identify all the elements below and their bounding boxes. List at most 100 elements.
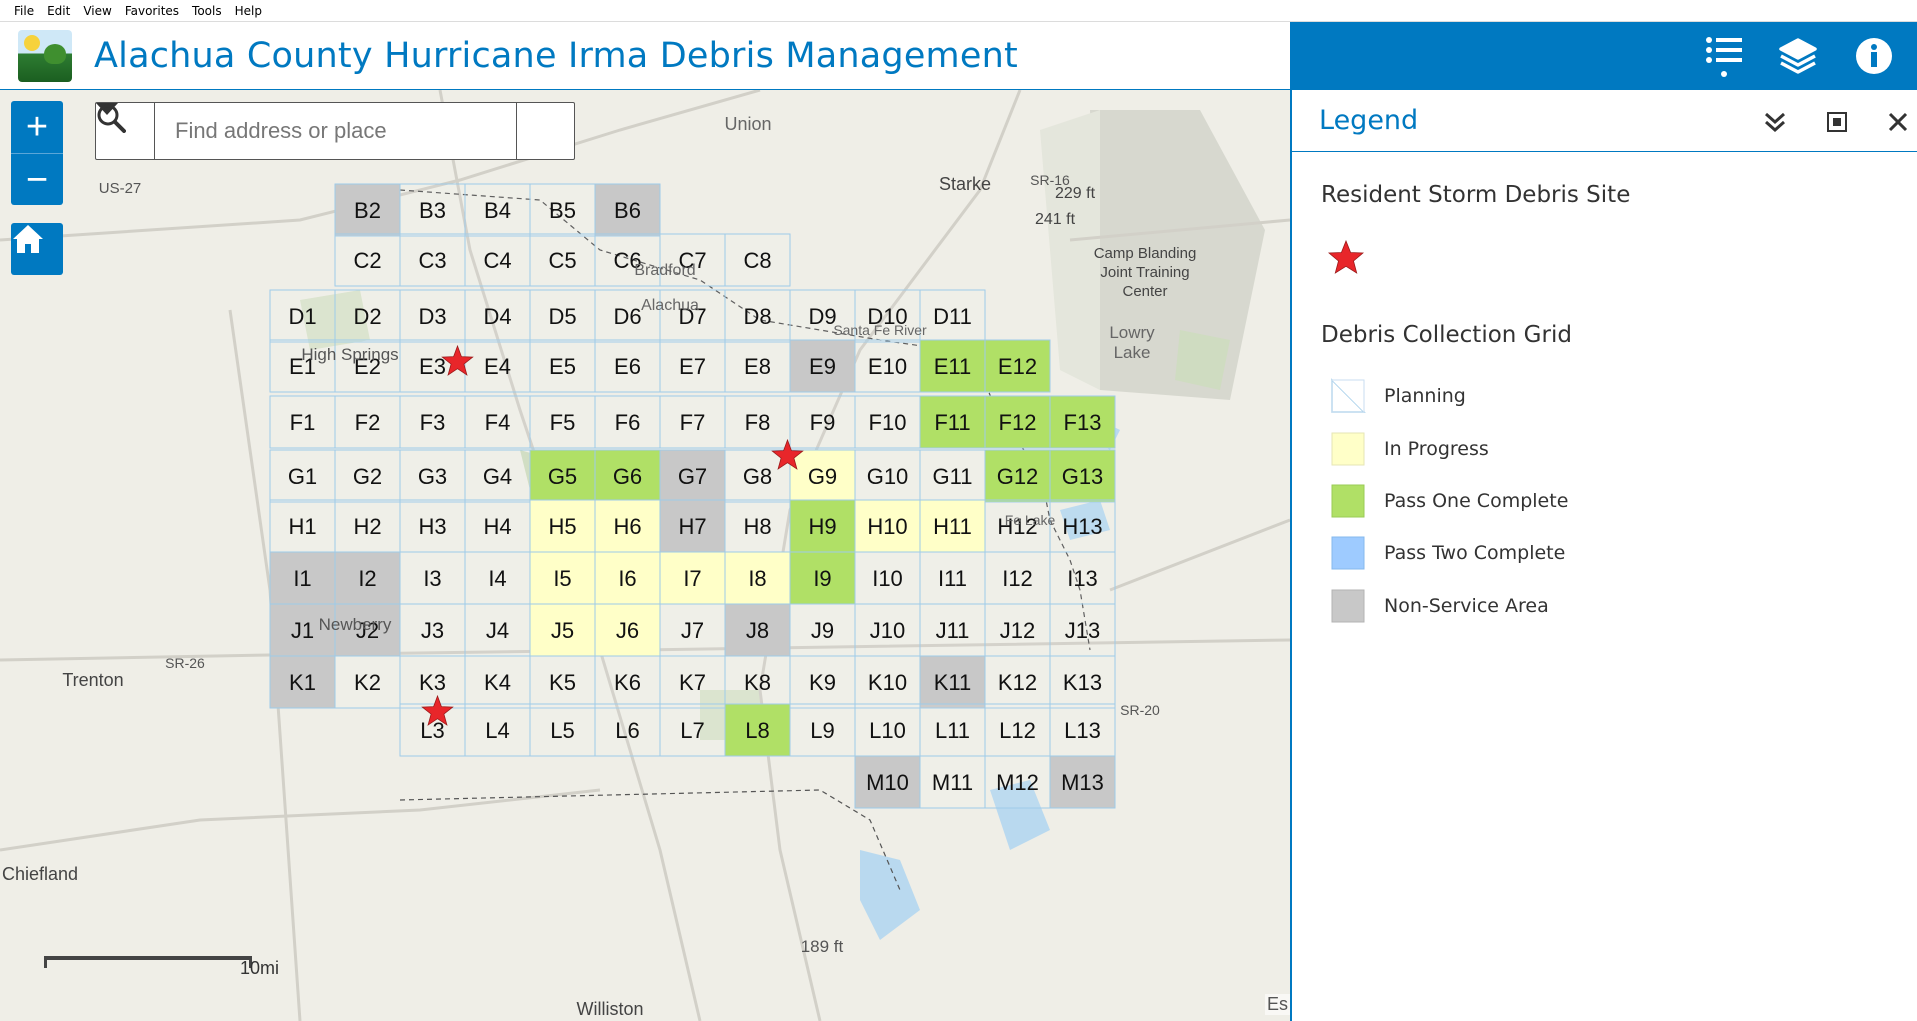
grid-cell-label: E6 — [614, 354, 641, 379]
grid-cell-label: G1 — [288, 464, 317, 489]
map-view[interactable]: B2 B3 B4 B5 B6 C2 C3 C4 C5 C6 C7 C8 D1 D2 D3 D4 D5 D6 D7 D8… — [0, 90, 1290, 1021]
debris-site-star-icon — [1328, 240, 1364, 274]
grid-cell-label: J12 — [1000, 618, 1035, 643]
map-place-label: SR-16 — [1030, 172, 1070, 188]
grid-cell-label: K9 — [809, 670, 836, 695]
grid-cell-label: E7 — [679, 354, 706, 379]
map-place-label: Newberry — [319, 615, 392, 634]
grid-cell-label: K1 — [289, 670, 316, 695]
grid-cell-label: K4 — [484, 670, 511, 695]
map-place-label: 241 ft — [1035, 211, 1076, 228]
grid-cell-label: I11 — [938, 566, 967, 591]
legend-item-non-service: Non-Service Area — [1329, 587, 1549, 625]
map-place-label: Williston — [576, 999, 643, 1019]
legend-panel: Legend Resident Storm Debris Site Debris… — [1290, 90, 1917, 1021]
grid-cell-label: F2 — [355, 410, 381, 435]
menu-edit[interactable]: Edit — [47, 4, 70, 18]
menu-file[interactable]: File — [14, 4, 34, 18]
grid-cell-label: M12 — [996, 770, 1039, 795]
map-place-label: Alachua — [641, 297, 699, 314]
grid-cell-label: L6 — [615, 718, 639, 743]
map-place-label: US-27 — [99, 180, 142, 197]
grid-cell-label: K13 — [1063, 670, 1102, 695]
grid-cell-label: I6 — [618, 566, 636, 591]
grid-cell-label: G5 — [548, 464, 577, 489]
grid-cell-label: I5 — [553, 566, 571, 591]
search-button[interactable] — [97, 103, 574, 159]
map-place-label: Center — [1122, 283, 1167, 300]
grid-cell-label: F5 — [550, 410, 576, 435]
zoom-in-button[interactable]: + — [11, 101, 63, 153]
map-attribution[interactable]: Es — [1264, 994, 1290, 1015]
menu-help[interactable]: Help — [235, 4, 262, 18]
grid-cell-label: J13 — [1065, 618, 1100, 643]
grid-cell-label: K7 — [679, 670, 706, 695]
grid-cell-label: L11 — [935, 718, 970, 743]
grid-cell-label: F10 — [869, 410, 907, 435]
grid-cell-label: B5 — [549, 198, 576, 223]
grid-cell-label: L7 — [680, 718, 704, 743]
grid-cell-label: H10 — [867, 514, 907, 539]
list-icon[interactable] — [1698, 30, 1750, 82]
search-input[interactable] — [155, 103, 516, 159]
search-widget — [95, 102, 575, 160]
grid-cell-label: H9 — [808, 514, 836, 539]
grid-cell-label: F13 — [1064, 410, 1102, 435]
zoom-control: + − — [11, 101, 63, 205]
map-place-label: Bradford — [634, 262, 695, 279]
county-logo — [18, 29, 72, 82]
grid-cell-label: I3 — [423, 566, 441, 591]
grid-cell-label: I4 — [488, 566, 506, 591]
grid-cell-label: H8 — [743, 514, 771, 539]
grid-cell-label: I12 — [1002, 566, 1033, 591]
menu-favorites[interactable]: Favorites — [125, 4, 179, 18]
home-button[interactable] — [11, 223, 63, 275]
grid-cell-label: I13 — [1067, 566, 1098, 591]
park-area — [1175, 330, 1230, 390]
grid-cell-label: K8 — [744, 670, 771, 695]
grid-cell-label: G10 — [867, 464, 909, 489]
grid-cell-label: G11 — [933, 464, 973, 489]
grid-cell-label: L4 — [485, 718, 509, 743]
grid-cell-label: I7 — [683, 566, 701, 591]
grid-cell-label: M11 — [932, 770, 973, 795]
grid-cell-label: E10 — [868, 354, 907, 379]
grid-cell-label: D3 — [418, 304, 446, 329]
grid-cell-label: H2 — [353, 514, 381, 539]
grid-cell-label: E12 — [998, 354, 1037, 379]
grid-cell-label: J1 — [291, 618, 314, 643]
grid-cell-label: D6 — [613, 304, 641, 329]
grid-cell-label: H3 — [418, 514, 446, 539]
grid-cell-label: G4 — [483, 464, 512, 489]
grid-cell-label: I2 — [358, 566, 376, 591]
grid-cell-label: H7 — [678, 514, 706, 539]
legend-item-planning: Planning — [1329, 377, 1466, 415]
grid-cell-label: E11 — [934, 354, 972, 379]
grid-cell-label: I8 — [748, 566, 766, 591]
grid-cell-label: D1 — [288, 304, 316, 329]
basemap: B2 B3 B4 B5 B6C2 C3 C4 C5 C6 C7 C8D1 D2 D3 D4 D5 D6 D7 D8… — [0, 90, 1290, 1021]
menu-tools[interactable]: Tools — [192, 4, 222, 18]
close-icon[interactable] — [1883, 107, 1913, 137]
grid-cell-label: C8 — [743, 248, 771, 273]
legend-item-in-progress: In Progress — [1329, 430, 1489, 468]
app-toolbar — [1290, 22, 1917, 90]
grid-cell-label: B3 — [419, 198, 446, 223]
grid-cell-label: G8 — [743, 464, 772, 489]
zoom-out-button[interactable]: − — [11, 153, 63, 205]
grid-cell-label: J6 — [616, 618, 639, 643]
layers-icon[interactable] — [1772, 30, 1824, 82]
grid-cell-label: G13 — [1062, 464, 1104, 489]
grid-cell-label: F11 — [934, 410, 970, 435]
info-icon[interactable] — [1848, 30, 1900, 82]
grid-cell-label: D5 — [548, 304, 576, 329]
grid-cell-label: H13 — [1062, 514, 1102, 539]
menu-view[interactable]: View — [83, 4, 111, 18]
map-place-label: 189 ft — [801, 937, 844, 956]
maximize-icon[interactable] — [1822, 107, 1852, 137]
grid-cell-label: J10 — [870, 618, 905, 643]
collapse-icon[interactable] — [1760, 107, 1790, 137]
grid-cell-label: H1 — [288, 514, 316, 539]
grid-cell-label: F12 — [999, 410, 1037, 435]
grid-cell-label: J7 — [681, 618, 704, 643]
